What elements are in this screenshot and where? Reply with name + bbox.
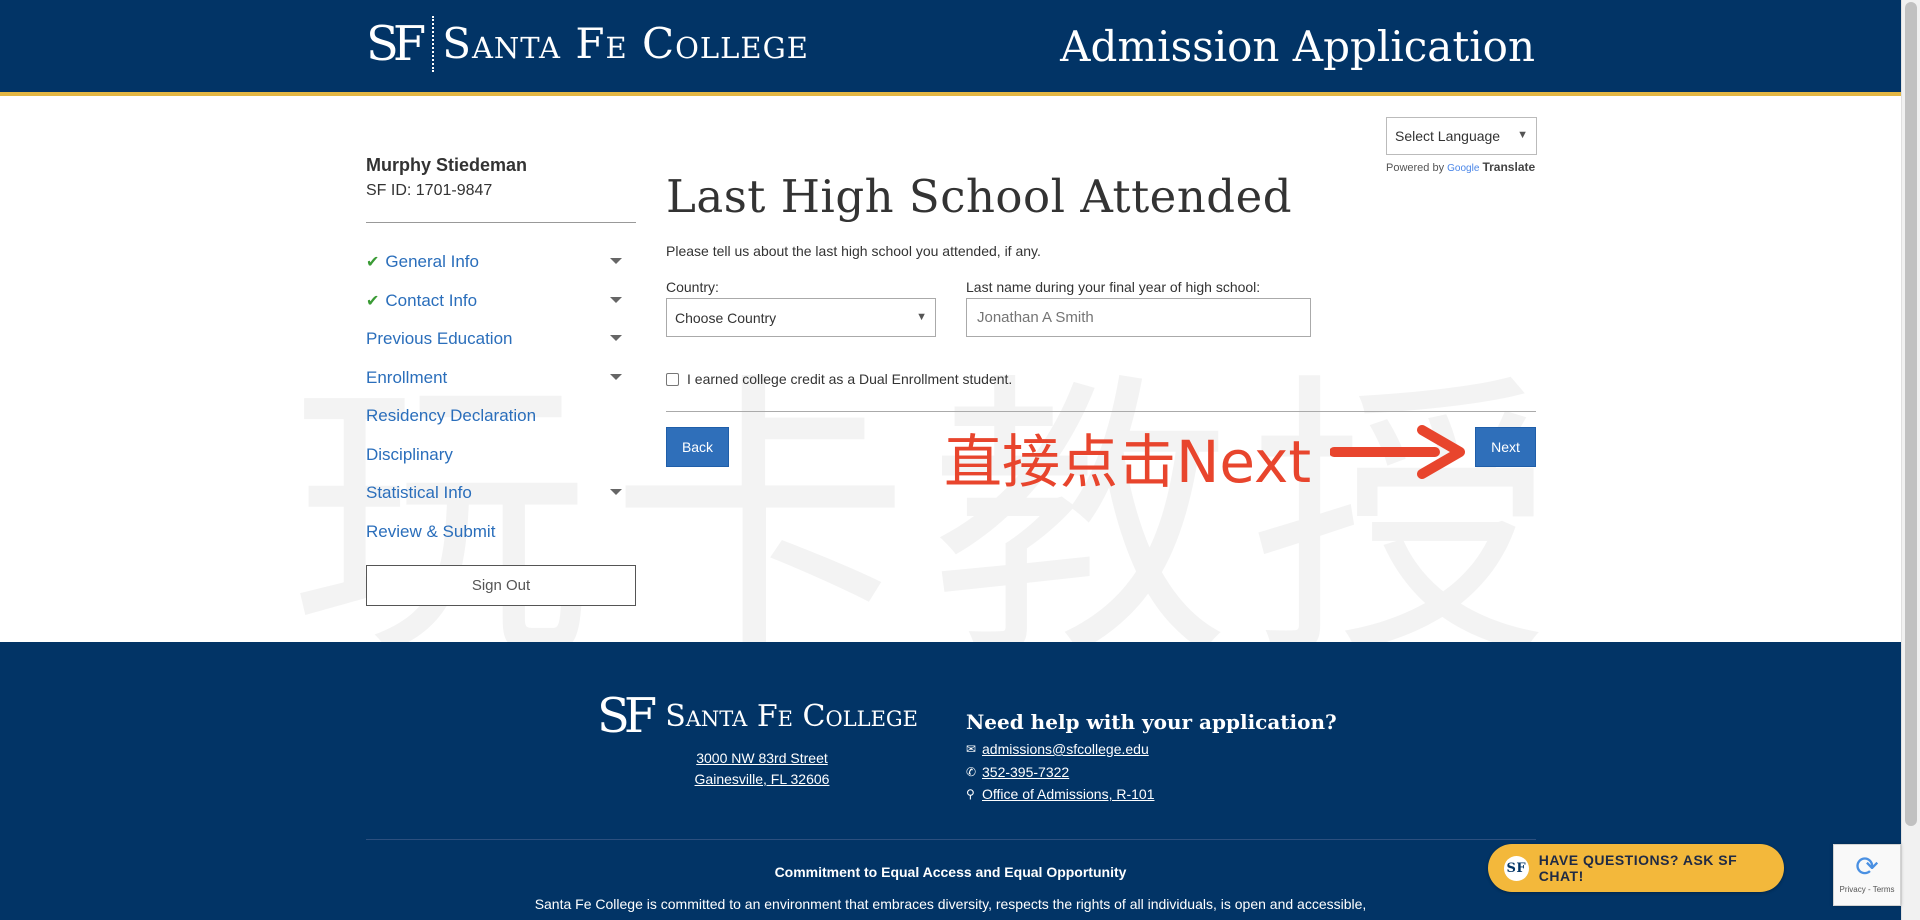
phone-icon: ✆: [966, 764, 977, 779]
sidebar: Murphy Stiedeman SF ID: 1701-9847 ✔ Gene…: [366, 155, 636, 606]
caret-down-icon[interactable]: [610, 489, 622, 495]
caret-down-icon[interactable]: [610, 335, 622, 341]
sidebar-nav: ✔ General Info ✔ Contact Info Previous E…: [366, 243, 636, 551]
phone-link[interactable]: 352-395-7322: [982, 761, 1069, 784]
sidebar-item-general-info[interactable]: ✔ General Info: [366, 243, 636, 282]
last-name-input[interactable]: [966, 298, 1311, 337]
user-sf-id: SF ID: 1701-9847: [366, 182, 493, 199]
sidebar-item-label: Contact Info: [385, 290, 478, 310]
office-row: ⚲ Office of Admissions, R-101: [966, 783, 1154, 806]
sidebar-item-residency-declaration[interactable]: Residency Declaration: [366, 397, 636, 436]
caret-down-icon[interactable]: [610, 373, 622, 380]
page-scrollbar[interactable]: [1901, 0, 1920, 920]
sf-chat-button[interactable]: SF HAVE QUESTIONS? ASK SF CHAT!: [1488, 844, 1784, 892]
caret-down-icon[interactable]: [610, 296, 622, 303]
annotation-text: 直接点击Next: [944, 428, 1312, 496]
dual-enrollment-row: I earned college credit as a Dual Enroll…: [666, 371, 1536, 387]
country-select-value: Choose Country: [675, 310, 777, 326]
email-row: ✉ admissions@sfcollege.edu: [966, 738, 1154, 761]
sidebar-item-statistical-info[interactable]: Statistical Info: [366, 474, 636, 513]
sidebar-item-label: Enrollment: [366, 367, 448, 387]
logo-divider: [432, 16, 435, 72]
footer-divider: [366, 839, 1536, 840]
sidebar-divider: [366, 222, 636, 223]
form-divider: [666, 411, 1536, 412]
footer-address[interactable]: 3000 NW 83rd Street Gainesville, FL 3260…: [646, 748, 878, 790]
caret-down-icon[interactable]: [610, 258, 622, 264]
recaptcha-badge[interactable]: ⟳ Privacy - Terms: [1833, 844, 1901, 906]
country-label: Country:: [666, 279, 719, 295]
sidebar-item-label: Disciplinary: [366, 444, 453, 464]
footer-help-title: Need help with your application?: [966, 710, 1337, 734]
recaptcha-terms[interactable]: Privacy - Terms: [1834, 885, 1900, 894]
page-header-title: Admission Application: [1060, 22, 1535, 71]
sidebar-item-label: General Info: [385, 252, 479, 272]
address-line-2[interactable]: Gainesville, FL 32606: [646, 769, 878, 790]
footer-logo-name: Santa Fe College: [665, 698, 919, 734]
sidebar-item-enrollment[interactable]: Enrollment: [366, 359, 636, 398]
footer-logo[interactable]: SF Santa Fe College: [597, 692, 918, 740]
sign-out-button[interactable]: Sign Out: [366, 565, 636, 606]
school-fields: Country: Choose Country ▼ Last name duri…: [666, 279, 1536, 349]
sidebar-item-previous-education[interactable]: Previous Education: [366, 320, 636, 359]
sidebar-item-label: Review & Submit: [366, 521, 496, 541]
scrollbar-thumb[interactable]: [1905, 2, 1917, 826]
back-button[interactable]: Back: [666, 427, 729, 467]
dual-enrollment-checkbox[interactable]: [666, 372, 679, 386]
annotation-arrow-icon: [1330, 425, 1465, 479]
recaptcha-icon: ⟳: [1855, 851, 1879, 882]
last-name-label: Last name during your final year of high…: [966, 279, 1261, 295]
user-name: Murphy Stiedeman: [366, 155, 528, 175]
sidebar-item-review-submit[interactable]: Review & Submit: [366, 513, 636, 552]
envelope-icon: ✉: [966, 742, 977, 756]
chevron-down-icon: ▼: [916, 311, 927, 323]
chevron-down-icon: ▼: [1517, 129, 1528, 141]
office-link[interactable]: Office of Admissions, R-101: [982, 783, 1154, 806]
main-content: Last High School Attended Please tell us…: [666, 170, 1536, 412]
language-select-label: Select Language: [1395, 128, 1501, 144]
page-title: Last High School Attended: [666, 170, 1293, 223]
commitment-text: Santa Fe College is committed to an envi…: [534, 896, 1367, 912]
logo-name: Santa Fe College: [442, 19, 809, 68]
sidebar-item-label: Statistical Info: [366, 483, 472, 503]
site-header: SF Santa Fe College Admission Applicatio…: [0, 0, 1901, 96]
sidebar-item-contact-info[interactable]: ✔ Contact Info: [366, 282, 636, 321]
next-button[interactable]: Next: [1475, 427, 1536, 467]
checkmark-icon: ✔: [366, 254, 380, 272]
country-select[interactable]: Choose Country ▼: [666, 298, 936, 337]
college-logo[interactable]: SF Santa Fe College: [366, 16, 809, 72]
checkmark-icon: ✔: [366, 292, 380, 310]
footer-logo-monogram: SF: [597, 688, 657, 744]
footer-contacts: ✉ admissions@sfcollege.edu ✆ 352-395-732…: [966, 738, 1154, 806]
dual-enrollment-label[interactable]: I earned college credit as a Dual Enroll…: [687, 371, 1012, 387]
sidebar-item-label: Residency Declaration: [366, 406, 537, 426]
phone-row: ✆ 352-395-7322: [966, 761, 1154, 784]
sidebar-item-disciplinary[interactable]: Disciplinary: [366, 436, 636, 475]
page-intro: Please tell us about the last high schoo…: [666, 243, 1041, 259]
sidebar-item-label: Previous Education: [366, 329, 513, 349]
map-marker-icon: ⚲: [966, 787, 975, 801]
address-line-1[interactable]: 3000 NW 83rd Street: [646, 748, 878, 769]
sf-chat-logo-icon: SF: [1504, 855, 1529, 881]
logo-monogram: SF: [366, 16, 426, 72]
language-select[interactable]: Select Language ▼: [1386, 117, 1537, 155]
sf-chat-label: HAVE QUESTIONS? ASK SF CHAT!: [1538, 852, 1738, 884]
email-link[interactable]: admissions@sfcollege.edu: [982, 738, 1149, 761]
